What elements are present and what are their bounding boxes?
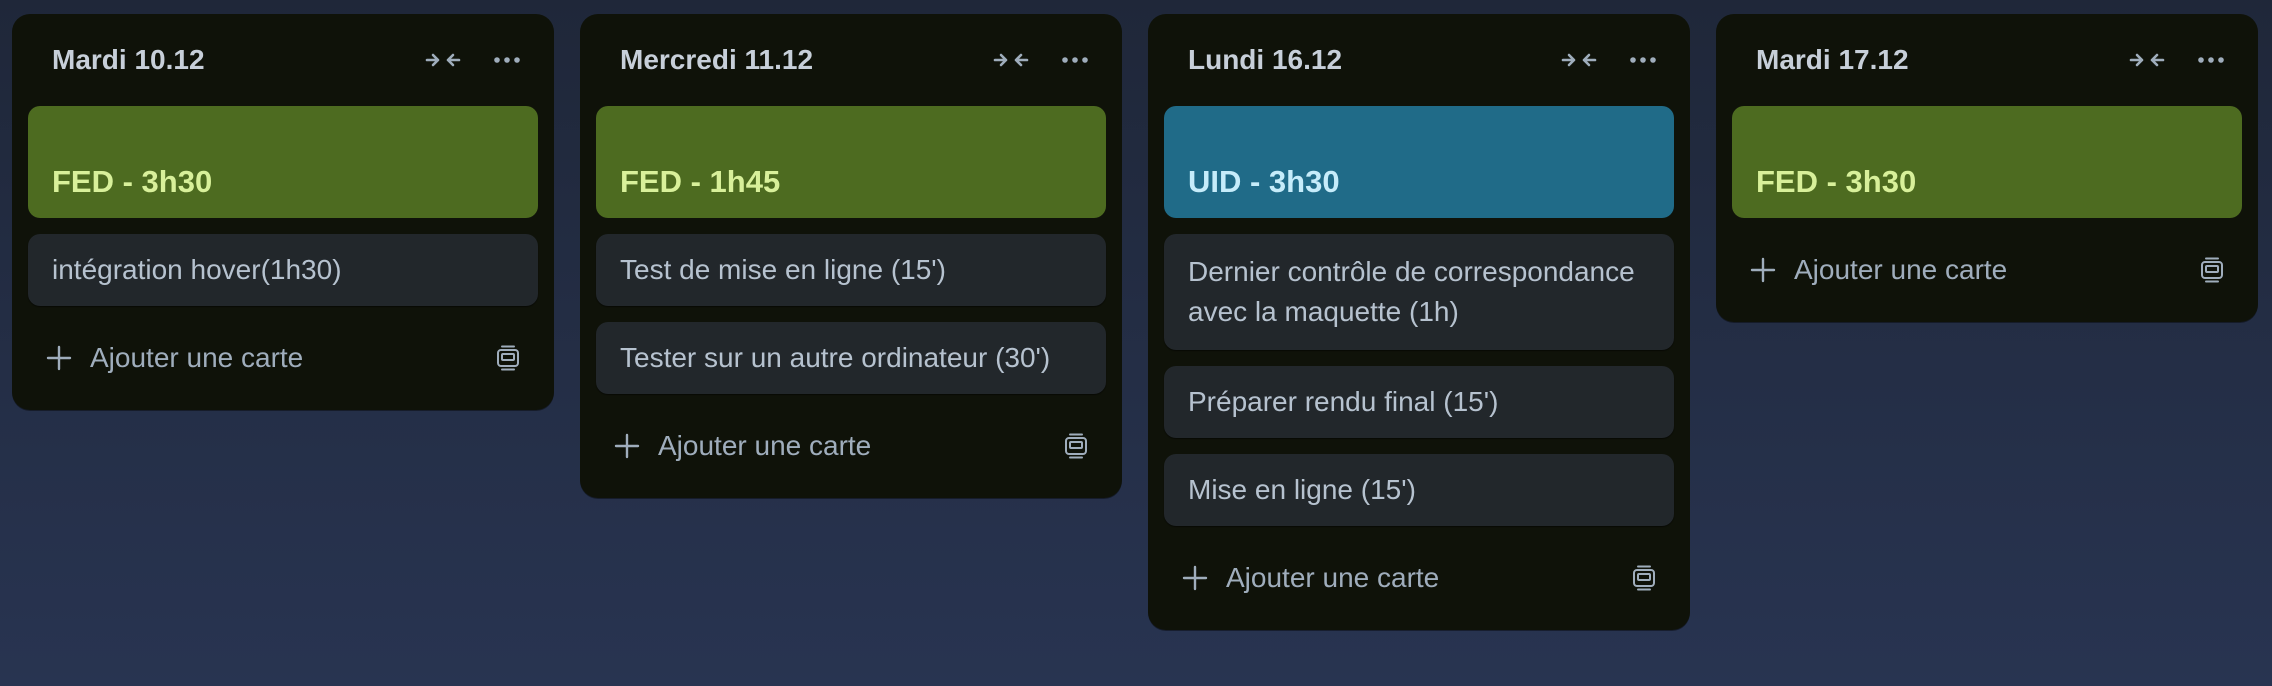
more-horizontal-icon[interactable] [1620,37,1666,83]
list-mardi-17-12: Mardi 17.12 FED - 3h30 Ajouter une carte [1716,14,2258,322]
plus-icon [1750,257,1776,283]
more-horizontal-icon[interactable] [2188,37,2234,83]
card-template-icon[interactable] [490,340,526,376]
card[interactable]: Tester sur un autre ordinateur (30') [596,322,1106,394]
add-card-label: Ajouter une carte [658,430,872,461]
cover-title: UID - 3h30 [1188,164,1340,199]
add-card-button[interactable]: Ajouter une carte [614,430,871,462]
list-title[interactable]: Mercredi 11.12 [620,44,813,76]
card-title: Préparer rendu final (15') [1188,386,1499,417]
cover-title: FED - 3h30 [1756,164,1917,199]
list-header[interactable]: Mardi 17.12 [1732,14,2242,106]
list-header-actions [1556,37,1666,83]
card[interactable]: intégration hover(1h30) [28,234,538,306]
add-card-button[interactable]: Ajouter une carte [1750,254,2007,286]
list-header-actions [420,37,530,83]
list-title[interactable]: Lundi 16.12 [1188,44,1342,76]
card-label-cover[interactable]: FED - 1h45 [596,106,1106,218]
card-label-cover[interactable]: UID - 3h30 [1164,106,1674,218]
card-title: Dernier contrôle de correspondance avec … [1188,256,1635,327]
list-header[interactable]: Lundi 16.12 [1164,14,1674,106]
add-card-label: Ajouter une carte [1226,562,1440,593]
more-horizontal-icon[interactable] [484,37,530,83]
collapse-arrows-icon[interactable] [1556,37,1602,83]
list-lundi-16-12: Lundi 16.12 UID - 3h30 Dernier contrôle … [1148,14,1690,630]
add-card-label: Ajouter une carte [1794,254,2008,285]
card[interactable]: Mise en ligne (15') [1164,454,1674,526]
more-horizontal-icon[interactable] [1052,37,1098,83]
collapse-arrows-icon[interactable] [2124,37,2170,83]
list-title[interactable]: Mardi 17.12 [1756,44,1909,76]
list-header-actions [988,37,1098,83]
list-title[interactable]: Mardi 10.12 [52,44,205,76]
card[interactable]: Test de mise en ligne (15') [596,234,1106,306]
list-header[interactable]: Mardi 10.12 [28,14,538,106]
card-template-icon[interactable] [1058,428,1094,464]
card-title: Tester sur un autre ordinateur (30') [620,342,1051,373]
add-card-button[interactable]: Ajouter une carte [1182,562,1439,594]
add-card-label: Ajouter une carte [90,342,304,373]
plus-icon [614,433,640,459]
list-header[interactable]: Mercredi 11.12 [596,14,1106,106]
card-template-icon[interactable] [2194,252,2230,288]
card-title: intégration hover(1h30) [52,254,342,285]
card-title: Test de mise en ligne (15') [620,254,946,285]
cover-title: FED - 1h45 [620,164,781,199]
collapse-arrows-icon[interactable] [420,37,466,83]
plus-icon [46,345,72,371]
card-label-cover[interactable]: FED - 3h30 [1732,106,2242,218]
cover-title: FED - 3h30 [52,164,213,199]
card[interactable]: Préparer rendu final (15') [1164,366,1674,438]
list-header-actions [2124,37,2234,83]
add-card-button[interactable]: Ajouter une carte [46,342,303,374]
collapse-arrows-icon[interactable] [988,37,1034,83]
card-template-icon[interactable] [1626,560,1662,596]
list-mardi-10-12: Mardi 10.12 FED - 3h30 intégration hover… [12,14,554,410]
add-card-row: Ajouter une carte [28,322,538,394]
add-card-row: Ajouter une carte [596,410,1106,482]
list-mercredi-11-12: Mercredi 11.12 FED - 1h45 Test de mise e… [580,14,1122,498]
card[interactable]: Dernier contrôle de correspondance avec … [1164,234,1674,350]
add-card-row: Ajouter une carte [1732,234,2242,306]
card-title: Mise en ligne (15') [1188,474,1416,505]
card-label-cover[interactable]: FED - 3h30 [28,106,538,218]
plus-icon [1182,565,1208,591]
add-card-row: Ajouter une carte [1164,542,1674,614]
